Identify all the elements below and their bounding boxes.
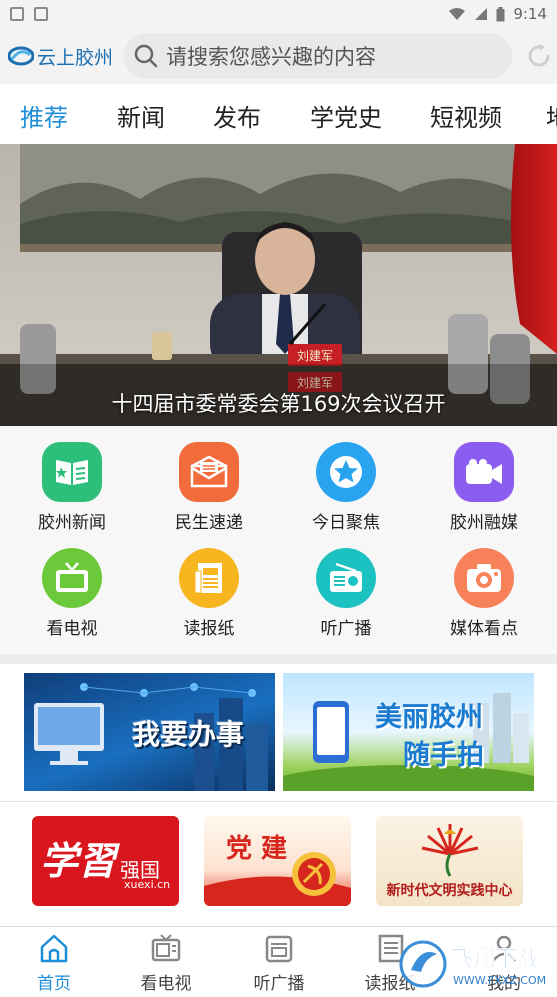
tab-more-partial[interactable]: 地: [546, 98, 557, 133]
radio-icon: [316, 548, 376, 608]
grid-item-listen-radio[interactable]: 听广播: [286, 548, 406, 639]
app-notification-icon: [34, 7, 48, 21]
video-camera-icon: [454, 442, 514, 502]
grid-item-today-focus[interactable]: 今日聚焦: [286, 442, 406, 533]
app-logo[interactable]: 云上胶州: [8, 43, 118, 70]
nav-listen-radio[interactable]: 听广播: [239, 933, 319, 994]
watermark-text: 飞翔下载: [451, 946, 539, 972]
nav-watch-tv[interactable]: 看电视: [126, 933, 206, 994]
link-party-building[interactable]: 党 建: [204, 816, 351, 906]
xuexi-url: xuexi.cn: [124, 878, 171, 891]
link-civilization-center[interactable]: 新时代文明实践中心: [376, 816, 523, 906]
nav-label: 看电视: [140, 974, 192, 994]
grid-label: 今日聚焦: [312, 513, 380, 533]
search-bar[interactable]: 请搜索您感兴趣的内容: [124, 33, 512, 79]
party-building-label: 党 建: [226, 834, 288, 864]
link-xuexi-qiangguo[interactable]: 学習 强国 xuexi.cn: [32, 816, 179, 906]
partner-links: 学習 强国 xuexi.cn 党 建 新时代文明实践中心: [0, 802, 557, 926]
tv-icon: [42, 548, 102, 608]
grid-label: 读报纸: [183, 619, 235, 639]
site-watermark: 飞翔下载 WWW.FXXZ.COM: [399, 936, 549, 992]
xuexi-logo-text: 学習: [40, 838, 117, 883]
star-icon: [316, 442, 376, 502]
battery-icon: [496, 6, 505, 21]
tab-news[interactable]: 新闻: [117, 98, 165, 133]
camera-icon: [454, 548, 514, 608]
watermark-url: WWW.FXXZ.COM: [453, 974, 546, 987]
grid-item-watch-tv[interactable]: 看电视: [12, 548, 132, 639]
cloud-logo-icon: [8, 46, 34, 66]
service-label-snapshot: 随手拍: [403, 740, 484, 771]
status-left: [10, 7, 48, 21]
search-icon: [134, 44, 158, 68]
news-book-icon: [42, 442, 102, 502]
tab-recommend[interactable]: 推荐: [20, 98, 68, 133]
service-label-beautiful: 美丽胶州: [375, 702, 483, 733]
tab-party-history[interactable]: 学党史: [310, 98, 382, 133]
newspaper-icon: [179, 548, 239, 608]
nav-label: 首页: [37, 974, 71, 994]
tab-publish[interactable]: 发布: [213, 98, 261, 133]
nav-label: 听广播: [253, 974, 305, 994]
status-time: 9:14: [513, 5, 547, 23]
nameplate-front: 刘建军: [297, 349, 333, 363]
banner-photo: 刘建军 刘建军: [0, 144, 557, 426]
tab-short-video[interactable]: 短视频: [430, 98, 502, 133]
nav-home[interactable]: 首页: [14, 933, 94, 994]
grid-label: 看电视: [46, 619, 98, 639]
grid-label: 胶州新闻: [38, 513, 106, 533]
mail-envelope-icon: [179, 442, 239, 502]
service-i-want-to-handle[interactable]: 我要办事: [24, 673, 275, 791]
signal-icon: [475, 8, 488, 20]
banner-carousel[interactable]: 刘建军 刘建军: [0, 144, 557, 426]
tv-icon: [151, 934, 181, 962]
banner-caption[interactable]: 十四届市委常委会第169次会议召开: [0, 388, 557, 418]
grid-label: 媒体看点: [450, 619, 518, 639]
grid-label: 民生速递: [175, 513, 243, 533]
app-root: 9:14 云上胶州 请搜索您感兴趣的内容 推荐 新闻 发布 学党史 短视频 刘建…: [0, 0, 557, 997]
grid-item-read-newspaper[interactable]: 读报纸: [149, 548, 269, 639]
image-notification-icon: [10, 7, 24, 21]
grid-label: 听广播: [320, 619, 372, 639]
wifi-icon: [449, 8, 466, 20]
status-bar: 9:14: [0, 0, 557, 28]
search-placeholder: 请搜索您感兴趣的内容: [166, 45, 376, 69]
feature-grid: 胶州新闻 民生速递 今日聚焦 胶州融媒 看电视 读报纸 听广播 媒体看点: [0, 426, 557, 654]
grid-item-media-highlights[interactable]: 媒体看点: [424, 548, 544, 639]
header: 云上胶州 请搜索您感兴趣的内容: [0, 28, 557, 84]
service-banners: 我要办事 美丽胶州 随手拍: [0, 664, 557, 801]
home-icon: [40, 934, 68, 963]
grid-label: 胶州融媒: [450, 513, 518, 533]
grid-item-jiaozhou-news[interactable]: 胶州新闻: [12, 442, 132, 533]
watermark-logo-icon: 飞翔下载 WWW.FXXZ.COM: [399, 940, 546, 988]
section-divider: [0, 654, 557, 664]
grid-item-livelihood-express[interactable]: 民生速递: [149, 442, 269, 533]
app-name: 云上胶州: [37, 46, 114, 69]
refresh-button[interactable]: [522, 39, 556, 73]
service-label-handle: 我要办事: [132, 718, 245, 751]
radio-icon: [265, 935, 293, 963]
category-tabs: 推荐 新闻 发布 学党史 短视频 地: [0, 84, 557, 144]
grid-item-jiaozhou-media[interactable]: 胶州融媒: [424, 442, 544, 533]
status-right: 9:14: [448, 5, 547, 23]
civilization-center-label: 新时代文明实践中心: [386, 883, 513, 899]
refresh-icon: [528, 44, 550, 67]
service-beautiful-jiaozhou[interactable]: 美丽胶州 随手拍: [283, 673, 534, 791]
